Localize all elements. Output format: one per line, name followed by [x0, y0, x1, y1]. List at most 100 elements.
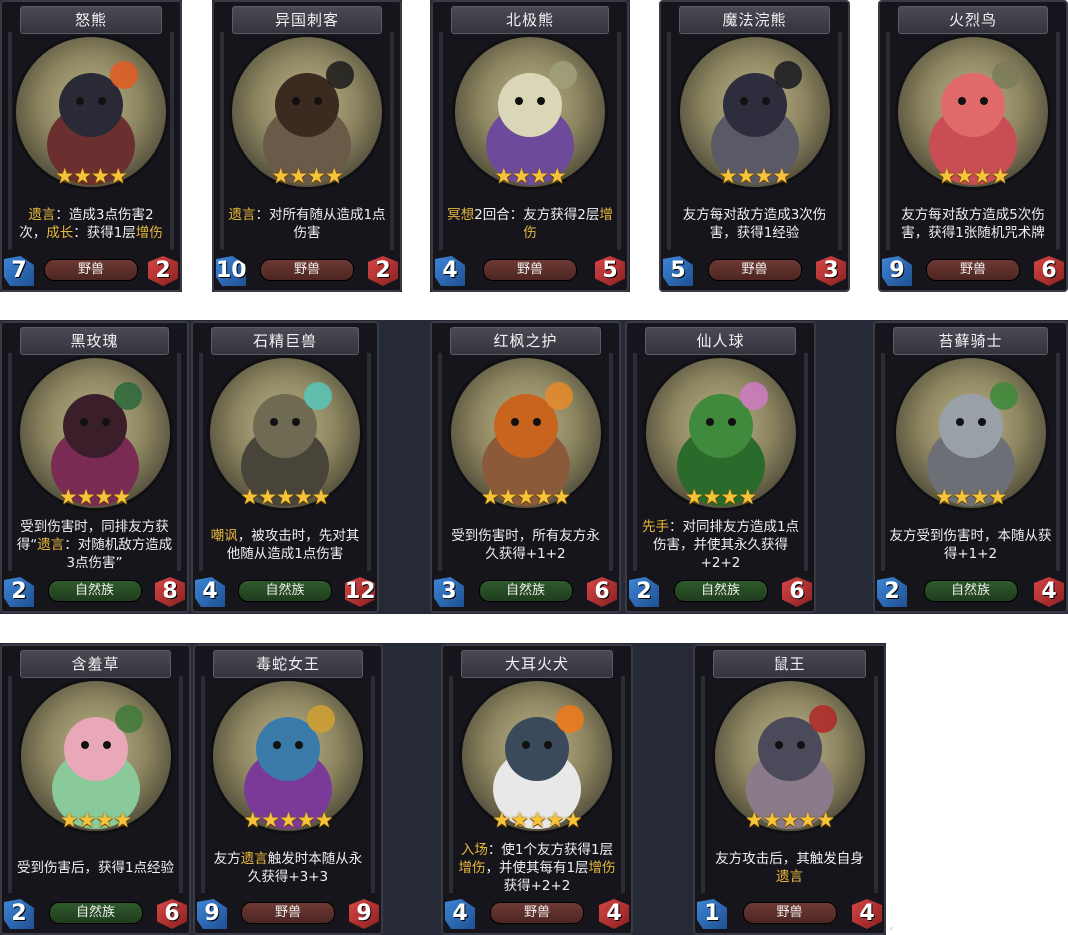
keyword: 入场: [460, 842, 488, 858]
hero-card[interactable]: 怒熊 ★★★★ 遗言：造成3点伤害2次，成长：获得1层增伤 7 2 野兽: [0, 0, 182, 292]
description-text: 受到伤害后，获得1点经验: [16, 860, 175, 876]
card-description: 受到伤害后，获得1点经验: [14, 836, 177, 900]
star-rating: ★★★★★: [492, 808, 582, 832]
card-title: 毒蛇女王: [213, 650, 363, 678]
card-description: 先手：对同排友方造成1点伤害，并使其永久获得+2+2: [639, 513, 802, 577]
tribe-badge: 野兽: [483, 259, 577, 281]
card-description: 友方攻击后，其触发自身遗言: [707, 836, 872, 900]
hero-card[interactable]: 异国刺客 ★★★★ 遗言：对所有随从造成1点伤害 10 2 野兽: [212, 0, 402, 292]
health-value: 3: [816, 256, 846, 286]
hero-card[interactable]: 魔法浣熊 ★★★★ 友方每对敌方造成3次伤害，获得1经验 5 3 野兽: [659, 0, 850, 292]
card-title: 异国刺客: [232, 6, 382, 34]
attack-value: 2: [4, 577, 34, 607]
card-description: 受到伤害时，同排友方获得“遗言：对随机敌方造成3点伤害”: [14, 513, 175, 577]
hero-card[interactable]: 北极熊 ★★★★ 冥想2回合：友方获得2层增伤 4 5 野兽: [431, 0, 629, 292]
star-rating: ★★★★★: [744, 808, 835, 832]
tribe-badge: 自然族: [47, 580, 142, 602]
description-text: ：对所有随从造成1点伤害: [255, 207, 386, 241]
star-rating: ★★★★: [271, 164, 343, 188]
description-text: 友方每对敌方造成5次伤害，获得1张随机咒术牌: [901, 207, 1045, 241]
card-title: 魔法浣熊: [679, 6, 830, 34]
hero-card[interactable]: 红枫之护 ★★★★★ 受到伤害时，所有友方永久获得+1+2 3 6 自然族: [430, 321, 621, 613]
star-rating: ★★★★: [55, 164, 127, 188]
description-text: ，被攻击时，先对其他随从造成1点伤害: [226, 528, 360, 562]
card-description: 友方每对敌方造成3次伤害，获得1经验: [673, 192, 836, 256]
attack-value: 4: [435, 256, 465, 286]
card-description: 遗言：对所有随从造成1点伤害: [226, 192, 388, 256]
hero-card[interactable]: 含羞草 ★★★★ 受到伤害后，获得1点经验 2 6 自然族: [0, 644, 191, 935]
attack-value: 5: [663, 256, 693, 286]
card-description: 嘲讽，被攻击时，先对其他随从造成1点伤害: [205, 513, 365, 577]
card-description: 遗言：造成3点伤害2次，成长：获得1层增伤: [14, 192, 168, 256]
hero-card[interactable]: 黑玫瑰 ★★★★ 受到伤害时，同排友方获得“遗言：对随机敌方造成3点伤害” 2 8 自然族: [0, 321, 189, 613]
keyword: 遗言: [776, 869, 803, 885]
tribe-badge: 自然族: [238, 580, 332, 602]
health-value: 6: [587, 577, 617, 607]
keyword: 先手: [641, 519, 669, 535]
keyword: 冥想: [447, 207, 475, 223]
tribe-badge: 野兽: [490, 902, 584, 924]
description-text: 友方每对敌方造成3次伤害，获得1经验: [682, 207, 827, 241]
tribe-badge: 野兽: [241, 902, 335, 924]
hero-card[interactable]: 毒蛇女王 ★★★★★ 友方遗言触发时本随从永久获得+3+3 9 9 野兽: [193, 644, 383, 935]
star-rating: ★★★★: [59, 808, 132, 832]
hero-card[interactable]: 鼠王 ★★★★★ 友方攻击后，其触发自身遗言 1 4 野兽: [693, 644, 886, 935]
star-rating: ★★★★: [934, 485, 1007, 509]
attack-value: 1: [697, 899, 727, 929]
description-text: ，并使其每有1层: [485, 860, 589, 876]
attack-value: 7: [4, 256, 34, 286]
health-value: 4: [852, 899, 882, 929]
star-rating: ★★★★: [937, 164, 1009, 188]
attack-value: 10: [216, 256, 246, 286]
hero-card[interactable]: 火烈鸟 ★★★★ 友方每对敌方造成5次伤害，获得1张随机咒术牌 9 6 野兽: [878, 0, 1068, 292]
attack-value: 9: [197, 899, 227, 929]
card-title: 北极熊: [451, 6, 609, 34]
tribe-badge: 野兽: [44, 259, 138, 281]
health-value: 4: [599, 899, 629, 929]
tribe-badge: 自然族: [673, 580, 768, 602]
description-text: 友方: [213, 851, 241, 867]
card-title: 大耳火犬: [461, 650, 613, 678]
star-rating: ★★★★: [718, 164, 791, 188]
description-text: 受到伤害时，所有友方永久获得+1+2: [451, 528, 600, 562]
keyword: 遗言: [28, 207, 56, 223]
hero-card[interactable]: 石精巨兽 ★★★★★ 嘲讽，被攻击时，先对其他随从造成1点伤害 4 12 自然族: [191, 321, 379, 613]
attack-value: 2: [629, 577, 659, 607]
health-value: 2: [148, 256, 178, 286]
star-rating: ★★★★: [494, 164, 566, 188]
keyword: 增伤: [458, 860, 486, 876]
tribe-badge: 自然族: [48, 902, 143, 924]
card-description: 友方受到伤害时，本随从获得+1+2: [887, 513, 1054, 577]
hero-card[interactable]: 苔藓骑士 ★★★★ 友方受到伤害时，本随从获得+1+2 2 4 自然族: [873, 321, 1068, 613]
card-title: 石精巨兽: [211, 327, 359, 355]
card-title: 怒熊: [20, 6, 162, 34]
star-rating: ★★★★★: [480, 485, 571, 509]
keyword: 遗言: [228, 207, 256, 223]
description-text: ：对同排友方造成1点伤害，并使其永久获得+2+2: [653, 519, 800, 571]
row-gap-1: [182, 0, 212, 292]
keyword: 遗言: [240, 851, 268, 867]
description-text: ：获得1层: [73, 225, 136, 241]
tribe-badge: 野兽: [742, 902, 837, 924]
health-value: 6: [782, 577, 812, 607]
hero-card[interactable]: 仙人球 ★★★★ 先手：对同排友方造成1点伤害，并使其永久获得+2+2 2 6 自然族: [625, 321, 816, 613]
health-value: 12: [345, 577, 375, 607]
description-text: 获得+2+2: [503, 878, 571, 894]
tribe-badge: 野兽: [260, 259, 354, 281]
card-description: 冥想2回合：友方获得2层增伤: [445, 192, 615, 256]
tribe-badge: 野兽: [707, 259, 802, 281]
card-title: 鼠王: [713, 650, 866, 678]
star-rating: ★★★★: [684, 485, 757, 509]
tribe-badge: 自然族: [923, 580, 1018, 602]
health-value: 8: [155, 577, 185, 607]
health-value: 9: [349, 899, 379, 929]
health-value: 5: [595, 256, 625, 286]
keyword: 成长: [46, 225, 74, 241]
attack-value: 4: [445, 899, 475, 929]
card-title: 火烈鸟: [898, 6, 1048, 34]
corner-mark: ʴ: [890, 925, 893, 934]
hero-card[interactable]: 大耳火犬 ★★★★★ 入场：使1个友方获得1层增伤，并使其每有1层增伤获得+2+2 4…: [441, 644, 633, 935]
health-value: 4: [1034, 577, 1064, 607]
attack-value: 4: [195, 577, 225, 607]
health-value: 6: [1034, 256, 1064, 286]
